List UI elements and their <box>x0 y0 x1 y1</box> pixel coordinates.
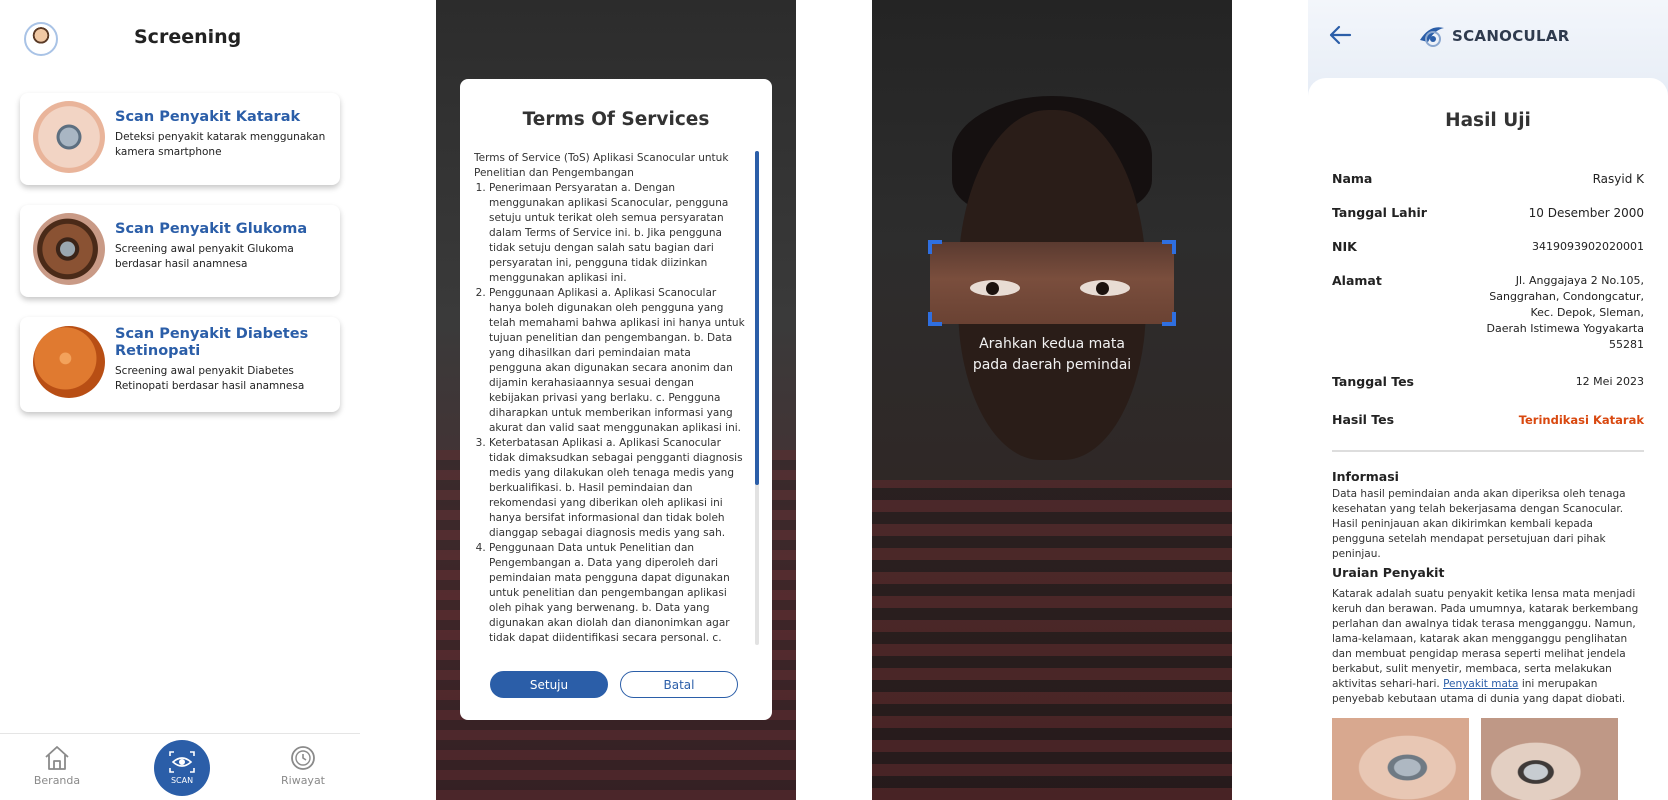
agree-button[interactable]: Setuju <box>490 671 608 698</box>
scan-button[interactable]: SCAN <box>154 740 210 796</box>
value-alamat: Jl. Anggajaya 2 No.105, Sanggrahan, Cond… <box>1487 273 1645 353</box>
label-tanggal-lahir: Tanggal Lahir <box>1332 205 1427 220</box>
back-arrow-icon[interactable] <box>1328 24 1352 46</box>
screening-header: Screening <box>0 0 360 76</box>
label-alamat: Alamat <box>1332 273 1382 288</box>
right-eye <box>1080 280 1130 296</box>
value-nik: 3419093902020001 <box>1532 240 1644 253</box>
scan-instruction: Arahkan kedua mata pada daerah pemindai <box>872 334 1232 376</box>
cancel-button[interactable]: Batal <box>620 671 738 698</box>
scrollbar-thumb[interactable] <box>755 151 759 485</box>
eye-scan-icon <box>169 751 195 773</box>
scan-corner-bottom-left <box>928 312 942 326</box>
address-line: 55281 <box>1609 338 1644 351</box>
result-title: Hasil Uji <box>1445 110 1531 131</box>
retina-image <box>33 326 105 398</box>
tos-content[interactable]: Terms of Service (ToS) Aplikasi Scanocul… <box>474 151 746 645</box>
tos-list: Penerimaan Persyaratan a. Dengan menggun… <box>474 181 746 645</box>
label-nik: NIK <box>1332 239 1357 254</box>
tos-dialog: Terms Of Services Terms of Service (ToS)… <box>460 79 772 720</box>
scan-label: SCAN <box>170 776 194 785</box>
label-hasil-tes: Hasil Tes <box>1332 412 1395 427</box>
value-hasil-tes: Terindikasi Katarak <box>1518 413 1644 427</box>
cataract-photo-2 <box>1481 718 1618 800</box>
card-title: Scan Penyakit Katarak <box>115 109 301 125</box>
address-line: Kec. Depok, Sleman, <box>1530 306 1644 319</box>
scan-corner-top-right <box>1162 240 1176 254</box>
card-desc: Screening awal penyakit Diabetes Retinop… <box>115 365 305 392</box>
tos-item: Penerimaan Persyaratan a. Dengan menggun… <box>489 181 746 286</box>
nav-history[interactable]: Riwayat <box>268 744 338 787</box>
divider <box>1332 450 1644 452</box>
page-title: Screening <box>134 26 242 48</box>
nav-history-label: Riwayat <box>281 774 325 787</box>
cataract-eye-image <box>33 101 105 173</box>
avatar[interactable] <box>24 22 58 56</box>
scan-area <box>930 242 1174 324</box>
address-line: Sanggrahan, Condongcatur, <box>1489 290 1644 303</box>
tos-title: Terms Of Services <box>522 109 710 130</box>
card-diabetes[interactable]: Scan Penyakit Diabetes Retinopati Screen… <box>20 317 340 412</box>
nav-home-label: Beranda <box>33 774 81 787</box>
address-line: Daerah Istimewa Yogyakarta <box>1486 322 1645 335</box>
card-katarak[interactable]: Scan Penyakit Katarak Deteksi penyakit k… <box>20 93 340 185</box>
result-card: Hasil Uji Nama Rasyid K Tanggal Lahir 10… <box>1308 78 1668 800</box>
card-desc: Deteksi penyakit katarak menggunakan kam… <box>115 131 326 158</box>
card-glukoma[interactable]: Scan Penyakit Glukoma Screening awal pen… <box>20 205 340 297</box>
scanner-screen: Arahkan kedua mata pada daerah pemindai <box>872 0 1232 800</box>
eye-disease-link[interactable]: Penyakit mata <box>1443 678 1518 690</box>
scan-instruction-line2: pada daerah pemindai <box>972 357 1132 373</box>
info-text: Data hasil pemindaian anda akan diperiks… <box>1332 488 1626 560</box>
result-screen: SCANOCULAR Hasil Uji Nama Rasyid K Tangg… <box>1308 0 1668 800</box>
disease-paragraph: Katarak adalah suatu penyakit ketika len… <box>1332 588 1639 690</box>
brand-name: SCANOCULAR <box>1452 27 1570 45</box>
value-tanggal-lahir: 10 Desember 2000 <box>1528 206 1644 220</box>
card-title: Scan Penyakit Glukoma <box>115 221 308 237</box>
home-icon <box>45 746 69 770</box>
tos-screen: Terms Of Services Terms of Service (ToS)… <box>436 0 796 800</box>
glaucoma-eye-image <box>33 213 105 285</box>
label-nama: Nama <box>1332 171 1373 186</box>
label-tanggal-tes: Tanggal Tes <box>1332 374 1415 389</box>
cataract-photo-1 <box>1332 718 1469 800</box>
scanocular-logo-icon <box>1420 27 1444 47</box>
scan-instruction-line1: Arahkan kedua mata <box>979 336 1125 352</box>
tos-item: Penggunaan Aplikasi a. Aplikasi Scanocul… <box>489 286 746 436</box>
info-title: Informasi <box>1332 469 1399 484</box>
tos-item: Keterbatasan Aplikasi a. Aplikasi Scanoc… <box>489 436 746 541</box>
scan-corner-bottom-right <box>1162 312 1176 326</box>
scan-corner-top-left <box>928 240 942 254</box>
value-tanggal-tes: 12 Mei 2023 <box>1575 375 1644 388</box>
camera-feed-shirt <box>872 480 1232 800</box>
tos-item: Penggunaan Data untuk Penelitian dan Pen… <box>489 541 746 645</box>
card-desc: Screening awal penyakit Glukoma berdasar… <box>115 243 294 270</box>
disease-text: Katarak adalah suatu penyakit ketika len… <box>1332 587 1644 707</box>
disease-title: Uraian Penyakit <box>1332 565 1445 580</box>
value-nama: Rasyid K <box>1592 172 1644 186</box>
tos-intro: Terms of Service (ToS) Aplikasi Scanocul… <box>474 152 729 179</box>
left-eye <box>970 280 1020 296</box>
history-icon <box>291 746 315 770</box>
screening-screen: Screening Scan Penyakit Katarak Deteksi … <box>0 0 360 800</box>
nav-home[interactable]: Beranda <box>22 744 92 787</box>
card-title: Scan Penyakit Diabetes Retinopati <box>115 326 309 359</box>
address-line: Jl. Anggajaya 2 No.105, <box>1515 274 1644 287</box>
